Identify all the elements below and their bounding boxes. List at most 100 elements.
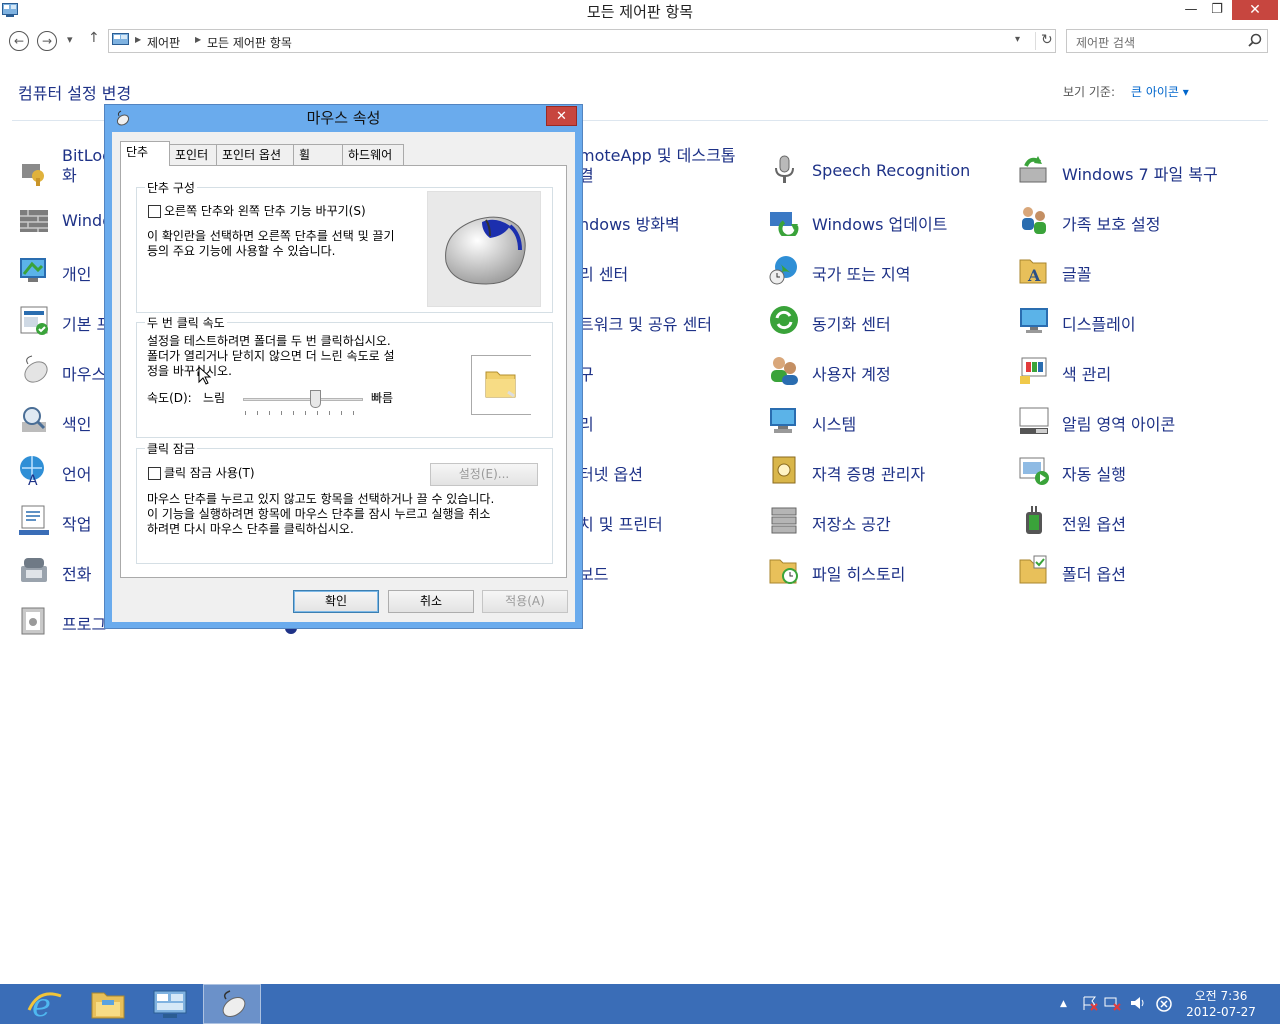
minimize-button[interactable]: — (1178, 0, 1204, 20)
microphone-icon (775, 155, 794, 183)
language-icon: A (20, 456, 44, 486)
search-input[interactable]: 제어판 검색 (1066, 29, 1268, 53)
swap-buttons-label[interactable]: 오른쪽 단추와 왼쪽 단추 기능 바꾸기(S) (164, 204, 366, 219)
breadcrumb-separator-icon: ▶ (135, 35, 142, 44)
forward-button[interactable]: → (37, 31, 57, 51)
speed-slow-label: 느림 (203, 391, 226, 405)
click-lock-checkbox[interactable] (148, 467, 161, 480)
brick-wall-icon (20, 210, 48, 232)
file-recovery-icon (1019, 156, 1047, 183)
taskbar-icon (19, 505, 49, 535)
slider-tick (293, 411, 294, 415)
breadcrumb-control-panel[interactable]: 제어판 (147, 34, 180, 51)
search-placeholder: 제어판 검색 (1076, 36, 1136, 50)
address-bar[interactable]: ▶ 제어판 ▶ 모든 제어판 항목 ▾ ↻ (108, 29, 1056, 53)
clock[interactable]: 오전 7:36 2012-07-27 (1178, 988, 1264, 1020)
mouse-icon (24, 355, 48, 383)
control-panel-icon (153, 990, 187, 1018)
speed-slider-thumb[interactable] (309, 390, 321, 408)
double-click-desc-line2: 폴더가 열리거나 닫히지 않으면 더 느린 속도로 설 (147, 349, 395, 363)
slider-tick (353, 411, 354, 415)
breadcrumb-all-items[interactable]: 모든 제어판 항목 (207, 34, 292, 51)
address-dropdown-icon[interactable]: ▾ (1015, 34, 1020, 45)
cp-item-label: 치 및 프린터 (579, 515, 663, 534)
dialog-title: 마우스 속성 (306, 109, 381, 127)
folder-icon[interactable] (484, 368, 518, 400)
network-icon[interactable] (1104, 995, 1122, 1011)
cp-item-label: 동기화 센터 (812, 315, 891, 334)
group-legend: 클릭 잠금 (145, 440, 197, 457)
cp-item-label: moteApp 및 데스크톱 결 (579, 146, 736, 185)
dialog-body: 단추 포인터 포인터 옵션 휠 하드웨어 단추 구성 오른쪽 단추와 왼쪽 단추… (112, 132, 575, 622)
group-legend: 두 번 클릭 속도 (145, 314, 227, 331)
notification-area-icon (1019, 407, 1049, 434)
cancel-button[interactable]: 취소 (388, 590, 474, 613)
click-lock-settings-button[interactable]: 설정(E)... (430, 463, 538, 486)
window-titlebar: 모든 제어판 항목 — ❐ ✕ (0, 0, 1280, 22)
tab-wheel[interactable]: 휠 (293, 144, 343, 166)
default-programs-icon (20, 306, 48, 335)
button-config-group: 단추 구성 오른쪽 단추와 왼쪽 단추 기능 바꾸기(S) 이 확인란을 선택하… (136, 179, 553, 313)
cp-item-label: 개인 (62, 265, 92, 284)
power-icon (1026, 506, 1042, 534)
tab-panel-buttons: 단추 구성 오른쪽 단추와 왼쪽 단추 기능 바꾸기(S) 이 확인란을 선택하… (120, 165, 567, 578)
search-icon[interactable] (1248, 33, 1262, 47)
cp-item-label: 리 센터 (579, 265, 629, 284)
cp-item-label: 마우스 (62, 365, 107, 384)
mouse-illustration (427, 191, 541, 307)
speed-label: 속도(D): (147, 391, 192, 405)
cp-item-label: 보드 (579, 565, 609, 584)
mouse-illustration-icon (445, 216, 526, 285)
taskbar-control-panel-button[interactable] (141, 984, 199, 1024)
dialog-close-button[interactable]: ✕ (546, 106, 577, 126)
taskbar-explorer-button[interactable] (79, 984, 137, 1024)
swap-buttons-checkbox[interactable] (148, 205, 161, 218)
autoplay-icon (1019, 457, 1049, 485)
mouse-icon (222, 990, 246, 1018)
cp-item-label: 트워크 및 공유 센터 (579, 315, 713, 334)
click-lock-label[interactable]: 클릭 잠금 사용(T) (164, 466, 255, 481)
personalization-icon (20, 258, 46, 282)
back-button[interactable]: ← (9, 31, 29, 51)
test-folder-area[interactable] (471, 355, 531, 415)
cp-item-label: 언어 (62, 465, 92, 484)
slider-tick (257, 411, 258, 415)
view-by-dropdown[interactable]: 큰 아이콘 ▾ (1131, 83, 1189, 100)
refresh-icon[interactable]: ↻ (1035, 32, 1053, 50)
tab-pointer-options[interactable]: 포인터 옵션 (216, 144, 294, 166)
double-click-desc-line1: 설정을 테스트하려면 폴더를 두 번 클릭하십시오. (147, 334, 391, 348)
mouse-properties-dialog: 마우스 속성 ✕ 단추 포인터 포인터 옵션 휠 하드웨어 단추 구성 오른쪽 … (104, 104, 583, 629)
power-status-icon[interactable] (1155, 995, 1173, 1013)
cp-item-label: 색 관리 (1062, 365, 1112, 384)
volume-icon[interactable] (1129, 995, 1147, 1011)
clock-time: 오전 7:36 (1194, 989, 1248, 1003)
apply-button[interactable]: 적용(A) (482, 590, 568, 613)
tab-hardware[interactable]: 하드웨어 (342, 144, 404, 166)
tray-overflow-icon[interactable]: ▲ (1060, 999, 1067, 1009)
up-button[interactable]: ↑ (88, 30, 100, 46)
internet-explorer-icon: e (27, 986, 62, 1022)
display-icon (1020, 308, 1048, 333)
window-title: 모든 제어판 항목 (586, 3, 694, 21)
cp-item-label: 색인 (62, 415, 92, 434)
slider-tick (341, 411, 342, 415)
speed-slider-track[interactable] (243, 398, 363, 401)
phone-icon (21, 558, 47, 582)
cp-item-label: 글꼴 (1062, 265, 1092, 284)
tab-pointers[interactable]: 포인터 (169, 144, 217, 166)
cp-item-label: 국가 또는 지역 (812, 265, 911, 284)
speed-fast-label: 빠름 (371, 391, 394, 405)
programs-icon (21, 607, 45, 635)
taskbar-ie-button[interactable]: e (16, 984, 74, 1024)
cp-item-label: 터넷 옵션 (579, 465, 643, 484)
ok-button[interactable]: 확인 (293, 590, 379, 613)
taskbar-mouse-button[interactable] (203, 984, 261, 1024)
slider-tick (317, 411, 318, 415)
cp-item-label: ndows 방화벽 (579, 215, 680, 234)
click-lock-desc-line1: 마우스 단추를 누르고 있지 않고도 항목을 선택하거나 끌 수 있습니다. (147, 492, 495, 506)
close-button[interactable]: ✕ (1232, 0, 1278, 20)
action-center-flag-icon[interactable] (1081, 995, 1099, 1011)
recent-locations-button[interactable]: ▾ (67, 33, 73, 46)
maximize-button[interactable]: ❐ (1204, 0, 1230, 20)
tab-buttons[interactable]: 단추 (120, 141, 170, 166)
